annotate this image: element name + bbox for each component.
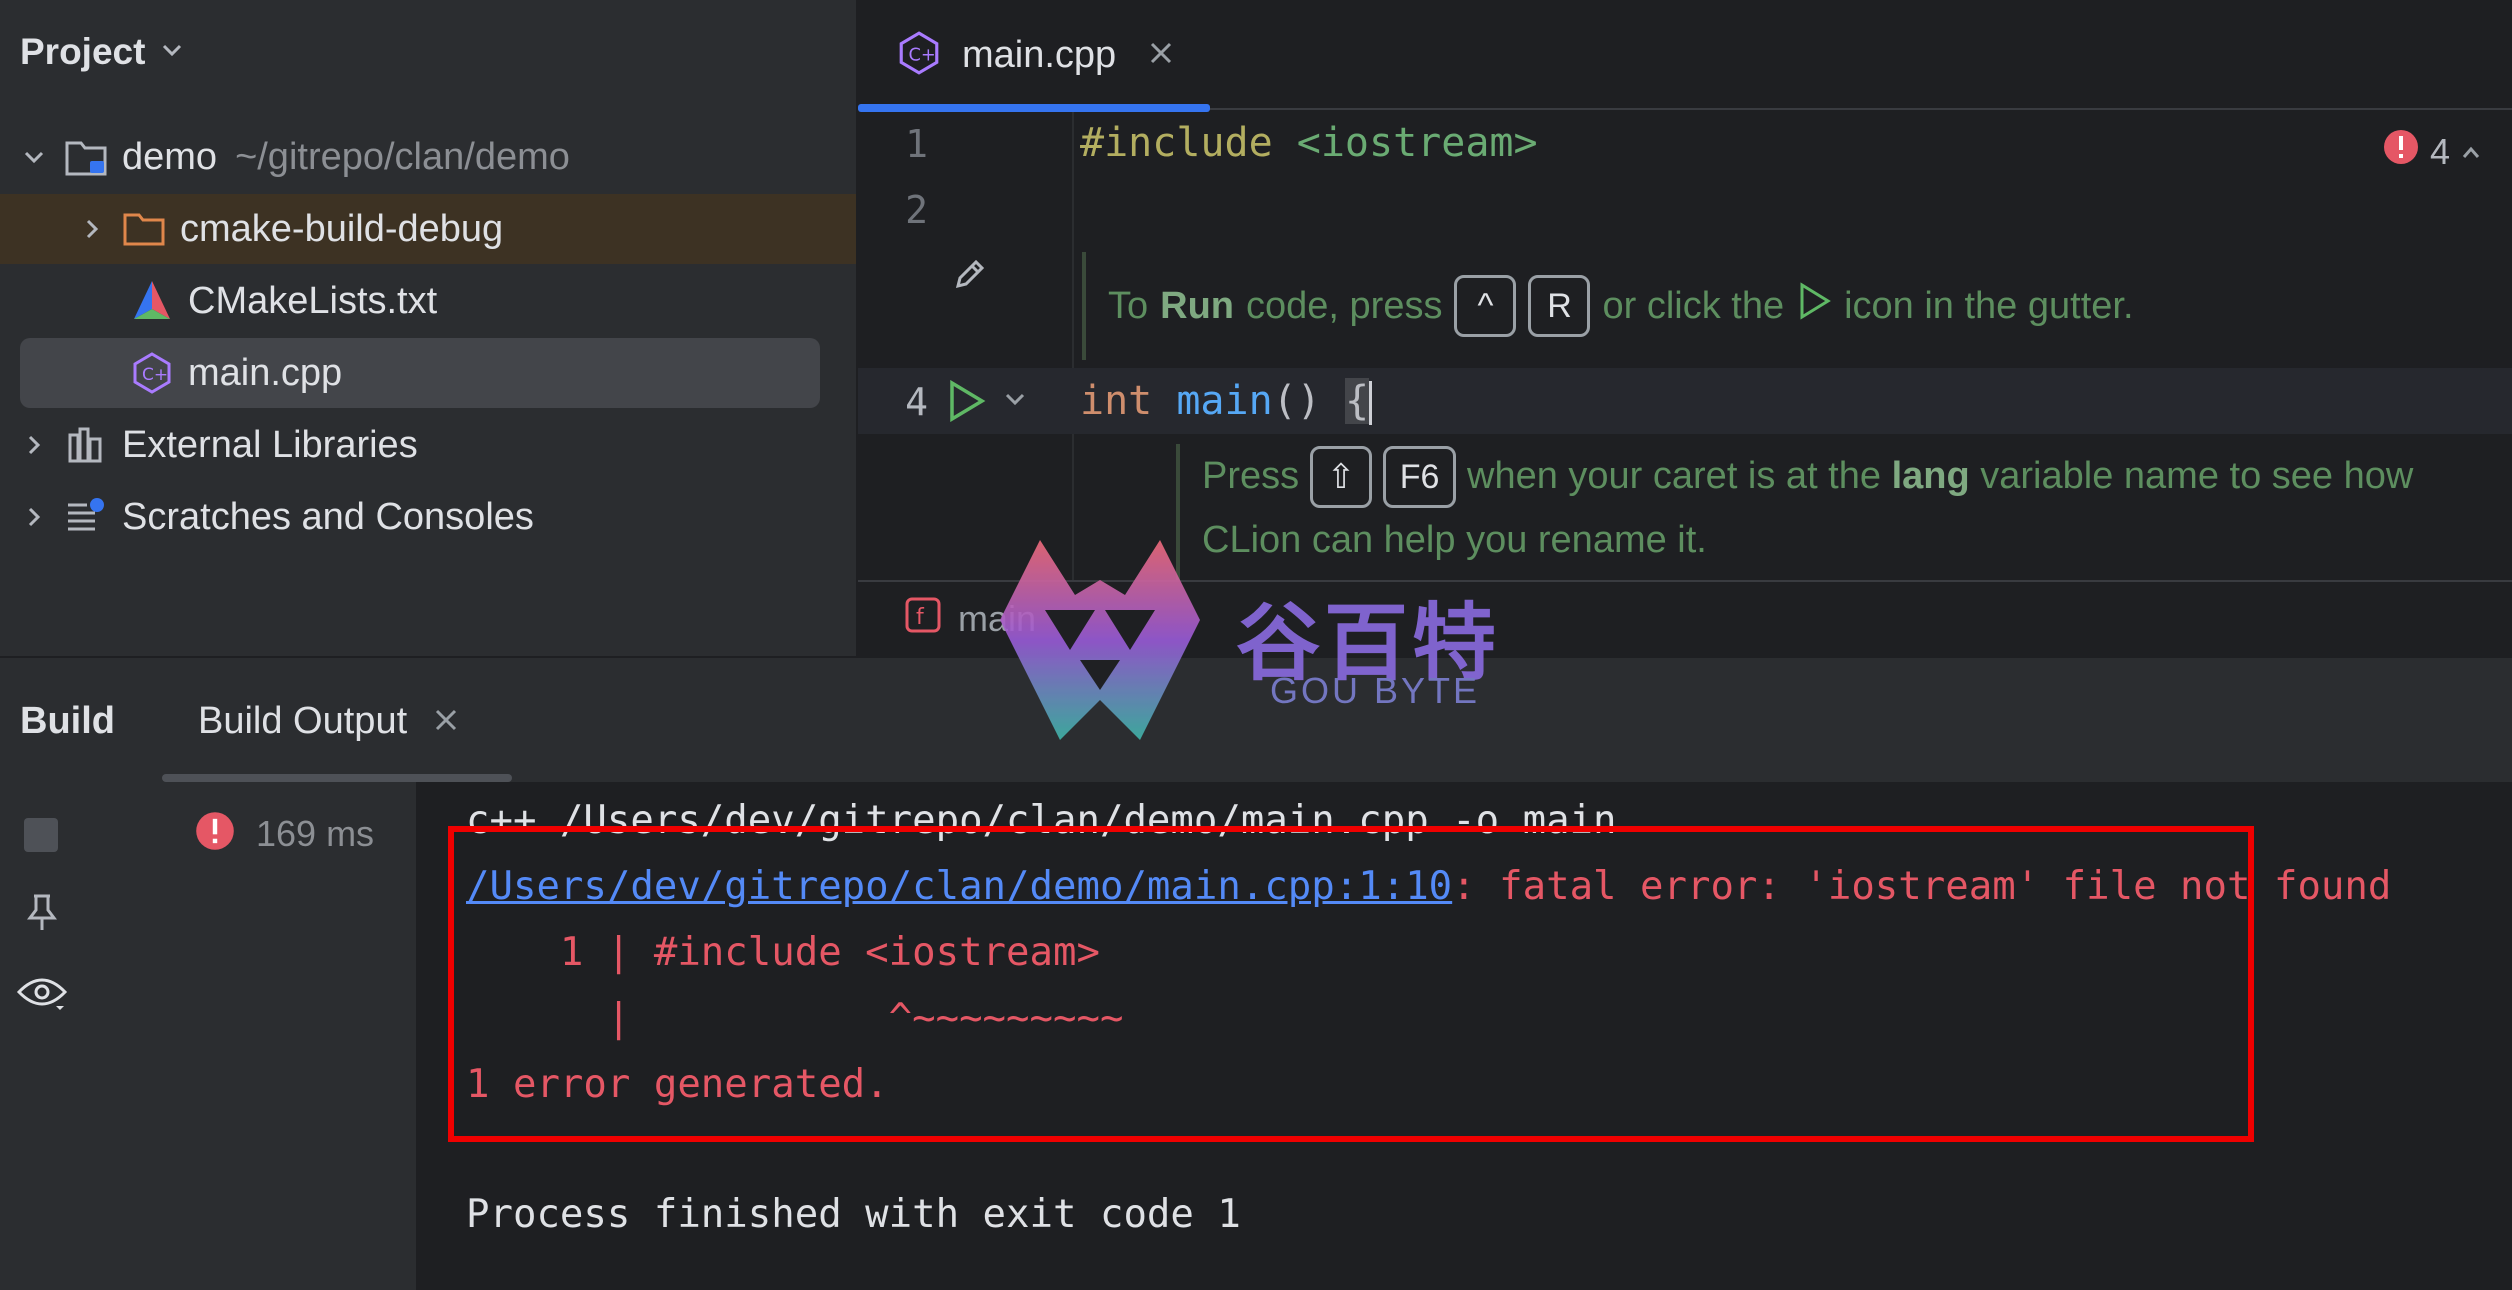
watermark-logo — [1000, 540, 1200, 740]
tab-main-cpp[interactable]: C+ main.cpp — [858, 0, 1210, 112]
code-line-4[interactable]: int main() { — [1080, 378, 1373, 425]
console-exit: Process finished with exit code 1 — [466, 1192, 1241, 1237]
error-icon — [2382, 128, 2420, 175]
watermark-en: GOU BYTE — [1270, 670, 1481, 711]
scratches-icon — [62, 493, 110, 541]
line-number: 1 — [905, 122, 928, 166]
project-title: Project — [20, 31, 146, 72]
tree-item-path: ~/gitrepo/clan/demo — [235, 135, 570, 178]
svg-text:C+: C+ — [142, 365, 168, 385]
text-caret — [1369, 381, 1373, 425]
tab-build-output[interactable]: Build Output — [198, 700, 459, 743]
chevron-right-icon[interactable] — [74, 211, 110, 247]
hint-text: or click the — [1602, 284, 1785, 327]
build-tree: 169 ms — [86, 782, 416, 1290]
hint-bold: lang — [1891, 455, 1970, 497]
pencil-icon[interactable] — [950, 254, 990, 299]
build-tool-window: Build Build Output 169 ms c++ /Users/dev… — [0, 658, 2512, 1290]
tree-item-label: CMakeLists.txt — [188, 279, 438, 322]
hint-text: code, press — [1246, 284, 1443, 327]
active-tab-indicator — [858, 104, 1210, 112]
tree-item-label: cmake-build-debug — [180, 207, 504, 250]
tree-item-label: External Libraries — [122, 423, 418, 466]
close-icon[interactable] — [433, 700, 459, 743]
parens: () — [1272, 378, 1321, 424]
kbd-f6: F6 — [1382, 446, 1457, 508]
preprocessor-directive: #include — [1080, 120, 1273, 166]
project-header[interactable]: Project — [20, 24, 185, 80]
tree-item-cmake-build-debug[interactable]: cmake-build-debug — [0, 194, 856, 264]
error-icon — [194, 810, 236, 857]
cmake-icon — [128, 277, 176, 325]
inspection-widget[interactable]: 4 — [2382, 128, 2482, 175]
chevron-down-icon — [159, 37, 185, 68]
stop-icon[interactable] — [22, 816, 60, 859]
hint-text: icon in the gutter. — [1844, 284, 2134, 327]
tree-item-label: Scratches and Consoles — [122, 495, 534, 538]
module-folder-icon — [62, 133, 110, 181]
library-icon — [62, 421, 110, 469]
tree-item-external-libraries[interactable]: External Libraries — [0, 410, 856, 480]
chevron-down-icon[interactable] — [1002, 386, 1028, 417]
active-tab-indicator — [162, 774, 512, 782]
build-console[interactable]: c++ /Users/dev/gitrepo/clan/demo/main.cp… — [416, 782, 2512, 1290]
eye-icon[interactable] — [16, 972, 68, 1017]
function-icon: f — [904, 596, 942, 643]
chevron-right-icon[interactable] — [16, 499, 52, 535]
run-icon — [1796, 282, 1832, 330]
tab-label: main.cpp — [962, 33, 1117, 76]
cpp-file-icon: C+ — [128, 349, 176, 397]
hint-text: Press — [1202, 455, 1300, 497]
line-number: 2 — [905, 188, 928, 232]
gutter-separator — [1072, 112, 1074, 580]
pin-icon[interactable] — [24, 892, 60, 937]
project-panel: Project demo ~/gitrepo/clan/demo cmake-b… — [0, 0, 856, 656]
tab-label: Build Output — [198, 700, 408, 742]
include-header: <iostream> — [1296, 120, 1538, 166]
tree-item-cmakelists[interactable]: CMakeLists.txt — [0, 266, 856, 336]
run-hint: To Run code, press ^ R or click the icon… — [1082, 252, 2134, 360]
build-side-toolbar — [0, 782, 86, 1290]
tree-item-main-cpp[interactable]: C+ main.cpp — [20, 338, 820, 408]
error-count: 4 — [2429, 130, 2450, 172]
tree-item-demo[interactable]: demo ~/gitrepo/clan/demo — [0, 122, 856, 192]
cpp-file-icon: C+ — [896, 30, 942, 81]
tree-item-label: demo — [122, 135, 218, 178]
build-title: Build — [20, 700, 115, 742]
keyword: int — [1080, 378, 1153, 424]
kbd-r: R — [1528, 275, 1591, 337]
function-name: main — [1176, 378, 1273, 424]
hint-bold: Run — [1160, 284, 1235, 327]
folder-icon — [120, 205, 168, 253]
code-line-1[interactable]: #include <iostream> — [1080, 120, 1538, 166]
hint-text: when your caret is at the — [1467, 455, 1882, 497]
tree-item-scratches[interactable]: Scratches and Consoles — [0, 482, 856, 552]
chevron-up-icon[interactable] — [2460, 131, 2482, 173]
kbd-ctrl: ^ — [1454, 275, 1517, 337]
svg-text:C+: C+ — [909, 45, 936, 65]
watermark: 谷百特 GOU BYTE — [1000, 540, 1520, 750]
hint-text: To — [1108, 284, 1149, 327]
build-tree-item[interactable]: 169 ms — [194, 810, 374, 857]
build-duration: 169 ms — [256, 812, 375, 854]
run-gutter-icon[interactable] — [946, 379, 986, 427]
error-highlight-box — [448, 826, 2254, 1142]
chevron-down-icon[interactable] — [16, 139, 52, 175]
kbd-shift: ⇧ — [1309, 446, 1373, 508]
line-number: 4 — [905, 380, 928, 424]
close-icon[interactable] — [1148, 40, 1174, 71]
brace: { — [1344, 378, 1370, 424]
editor-tabbar: C+ main.cpp — [858, 0, 2512, 112]
chevron-right-icon[interactable] — [16, 427, 52, 463]
svg-text:f: f — [916, 605, 925, 630]
tree-item-label: main.cpp — [188, 351, 343, 394]
